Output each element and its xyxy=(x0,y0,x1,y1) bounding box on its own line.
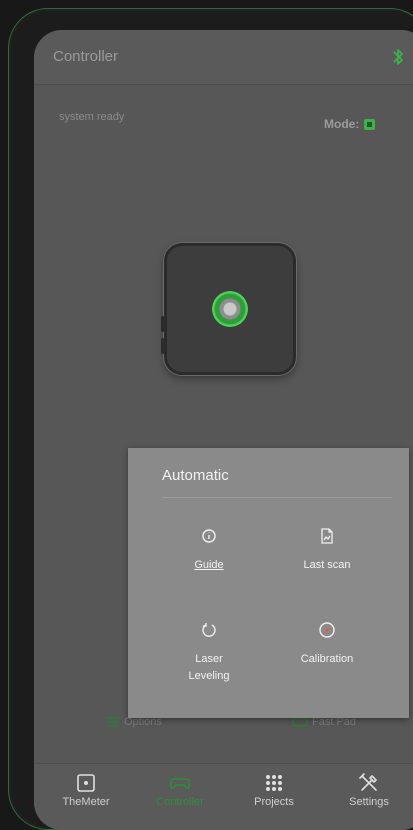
app-bar: Controller xyxy=(34,30,413,85)
sheet-title: Automatic xyxy=(162,467,229,484)
tab-projects[interactable]: Projects xyxy=(234,772,314,808)
sheet-divider xyxy=(162,497,392,498)
refresh-icon xyxy=(202,623,216,637)
action-label: Calibration xyxy=(300,653,354,665)
gamepad-icon xyxy=(170,778,190,790)
compass-icon xyxy=(319,622,335,638)
guide-button[interactable]: Guide xyxy=(154,527,264,574)
action-label: Last scan xyxy=(303,559,351,571)
file-icon xyxy=(321,528,333,544)
grid-icon xyxy=(266,775,282,791)
action-label: Laser Leveling xyxy=(188,653,230,682)
mode-toggle[interactable] xyxy=(364,118,376,130)
device-side-button xyxy=(161,316,165,332)
laser-leveling-button[interactable]: Laser Leveling xyxy=(154,621,264,685)
status-text: system ready xyxy=(59,111,125,123)
options-icon xyxy=(107,717,119,727)
square-dot-icon xyxy=(77,774,95,792)
tab-label: Settings xyxy=(349,796,389,808)
page-title: Controller xyxy=(53,48,119,65)
mode-indicator-group: Mode: xyxy=(324,117,376,131)
action-label: Guide xyxy=(194,559,224,571)
device-side-button xyxy=(161,338,165,354)
bottom-shortcuts: Options Fast Pad xyxy=(34,716,413,734)
tab-label: Controller xyxy=(156,796,204,808)
tab-label: TheMeter xyxy=(62,796,110,808)
mode-label: Mode: xyxy=(324,117,360,131)
tab-settings[interactable]: Settings xyxy=(329,772,409,808)
tools-icon xyxy=(359,773,378,791)
device-icon[interactable] xyxy=(161,243,296,375)
tab-themeter[interactable]: TheMeter xyxy=(46,772,126,808)
info-icon xyxy=(202,529,216,543)
automatic-sheet: Automatic Guide Last scan Laser Leveling… xyxy=(128,448,409,718)
bluetooth-icon[interactable] xyxy=(391,48,405,66)
last-scan-button[interactable]: Last scan xyxy=(272,527,382,574)
calibration-button[interactable]: Calibration xyxy=(272,621,382,668)
tab-label: Projects xyxy=(254,796,294,808)
tab-controller[interactable]: Controller xyxy=(140,772,220,808)
device-sensor-ring xyxy=(212,291,248,327)
bottom-tab-bar: TheMeter Controller Projects Settings xyxy=(34,763,413,830)
